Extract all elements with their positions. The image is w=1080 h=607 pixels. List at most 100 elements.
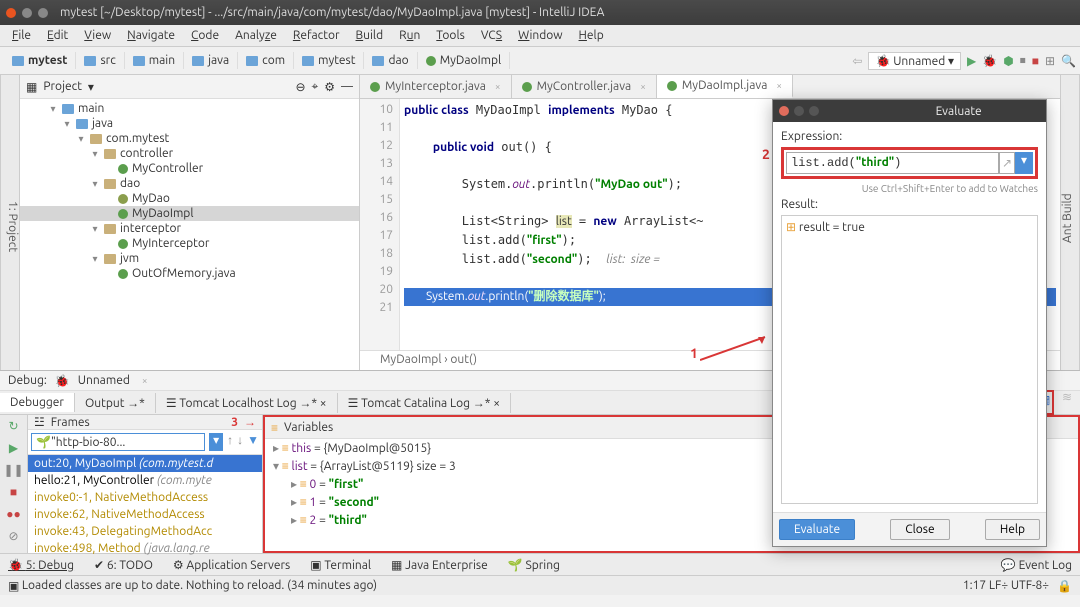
tab-mycontroller[interactable]: MyController.java× <box>512 75 657 98</box>
frame-row[interactable]: invoke0:-1, NativeMethodAccess <box>28 489 262 506</box>
tree-node[interactable]: ▾jvm <box>20 251 359 266</box>
result-tree[interactable]: ⊞ result = true <box>781 215 1038 504</box>
maximize-icon[interactable] <box>809 106 819 116</box>
menu-file[interactable]: File <box>6 27 37 44</box>
tree-node[interactable]: ▾main <box>20 101 359 116</box>
tab-ant[interactable]: Ant Build <box>1061 194 1074 244</box>
expression-input[interactable]: list.add("third") <box>786 152 999 174</box>
event-log[interactable]: 💬 Event Log <box>1001 558 1072 572</box>
back-icon[interactable]: ⇦ <box>852 54 862 68</box>
menu-edit[interactable]: Edit <box>41 27 74 44</box>
tree-node[interactable]: ▾dao <box>20 176 359 191</box>
run-config-select[interactable]: 🐞 Unnamed ▾ <box>868 52 961 70</box>
resume-icon[interactable]: ▶ <box>9 441 18 455</box>
collapse-icon[interactable]: ⊖ <box>295 80 305 94</box>
help-button[interactable]: Help <box>985 519 1040 540</box>
menu-window[interactable]: Window <box>512 27 568 44</box>
minimize-icon[interactable] <box>794 106 804 116</box>
tab-mydaoimpl[interactable]: MyDaoImpl.java× <box>657 75 793 98</box>
debug-icon[interactable]: 🐞 <box>982 54 997 68</box>
menu-run[interactable]: Run <box>393 27 426 44</box>
search-icon[interactable]: 🔍 <box>1061 54 1076 68</box>
menu-navigate[interactable]: Navigate <box>121 27 181 44</box>
chevron-down-icon[interactable]: ▾ <box>88 80 94 94</box>
hide-icon[interactable]: — <box>341 80 353 93</box>
stop-icon[interactable]: ■ <box>10 485 17 499</box>
tree-node[interactable]: MyController <box>20 161 359 176</box>
tree-node[interactable]: ▾java <box>20 116 359 131</box>
breadcrumb[interactable]: mytest src main java com mytest dao MyDa… <box>4 52 510 69</box>
breakpoints-icon[interactable]: ●● <box>6 507 21 521</box>
menu-vcs[interactable]: VCS <box>475 27 508 44</box>
line-gutter[interactable]: 101112131415161718192021 <box>360 99 400 350</box>
tree-node[interactable]: OutOfMemory.java <box>20 266 359 281</box>
tool-windows-icon[interactable]: ▣ <box>8 579 19 593</box>
menu-analyze[interactable]: Analyze <box>229 27 283 44</box>
frame-row[interactable]: out:20, MyDaoImpl (com.mytest.d <box>28 455 262 472</box>
menu-help[interactable]: Help <box>573 27 610 44</box>
filter-icon[interactable]: ▼ <box>247 433 259 451</box>
tab-todo[interactable]: ✔ 6: TODO <box>94 558 153 572</box>
menu-view[interactable]: View <box>78 27 117 44</box>
frames-list[interactable]: out:20, MyDaoImpl (com.mytest.dhello:21,… <box>28 455 262 557</box>
status-position[interactable]: 1:17 LF÷ UTF-8÷ <box>963 579 1049 592</box>
lock-icon[interactable]: 🔒 <box>1057 579 1072 593</box>
gear-icon[interactable]: ⚙ <box>324 80 335 94</box>
debug-toolbar[interactable]: ↻ ▶ ❚❚ ■ ●● ⊘ <box>0 415 28 553</box>
expand-icon[interactable]: ↗ <box>999 152 1015 174</box>
tree-node[interactable]: ▾controller <box>20 146 359 161</box>
close-button[interactable]: Close <box>890 519 949 540</box>
editor-tabs[interactable]: MyInterceptor.java× MyController.java× M… <box>360 75 1060 99</box>
next-frame-icon[interactable]: ↓ <box>237 433 243 451</box>
prev-frame-icon[interactable]: ↑ <box>227 433 233 451</box>
close-icon[interactable]: × <box>142 375 148 386</box>
frame-row[interactable]: invoke:62, NativeMethodAccess <box>28 506 262 523</box>
tab-terminal[interactable]: ▣ Terminal <box>310 558 371 572</box>
tab-project[interactable]: 1: Project <box>6 201 19 252</box>
tree-node[interactable]: MyInterceptor <box>20 236 359 251</box>
tree-node[interactable]: ▾interceptor <box>20 221 359 236</box>
close-window-icon[interactable] <box>6 8 16 18</box>
frame-row[interactable]: invoke:43, DelegatingMethodAcc <box>28 523 262 540</box>
evaluate-button[interactable]: Evaluate <box>779 519 855 540</box>
thread-dropdown[interactable]: ▾ <box>209 433 223 451</box>
layout-icon[interactable]: ⊞ <box>1045 54 1055 68</box>
tab-myinterceptor[interactable]: MyInterceptor.java× <box>360 75 512 98</box>
tab-javaee[interactable]: ▦ Java Enterprise <box>391 558 488 572</box>
debug-session[interactable]: Unnamed <box>78 374 130 387</box>
tab-debug[interactable]: 🐞 5: Debug <box>8 558 74 572</box>
history-dropdown[interactable]: ▾ <box>1015 152 1033 174</box>
tab-debugger[interactable]: Debugger <box>0 393 75 412</box>
pause-icon[interactable]: ❚❚ <box>3 463 23 477</box>
coverage-icon[interactable]: ⬢ <box>1003 54 1013 68</box>
menu-code[interactable]: Code <box>185 27 225 44</box>
menu-refactor[interactable]: Refactor <box>287 27 346 44</box>
frame-row[interactable]: hello:21, MyController (com.myte <box>28 472 262 489</box>
minimize-window-icon[interactable] <box>22 8 32 18</box>
close-icon[interactable] <box>779 106 789 116</box>
tree-node[interactable]: MyDaoImpl <box>20 206 359 221</box>
frame-row[interactable]: invoke:498, Method (java.lang.re <box>28 540 262 557</box>
tab-tomcat-local[interactable]: ☰ Tomcat Localhost Log →* × <box>156 393 338 413</box>
thread-select[interactable]: 🌱 "http-bio-80... <box>31 433 205 451</box>
maximize-window-icon[interactable] <box>38 8 48 18</box>
tab-appservers[interactable]: ⚙ Application Servers <box>173 558 290 572</box>
window-controls[interactable] <box>6 8 48 18</box>
project-title[interactable]: Project <box>43 80 82 93</box>
left-tool-strip[interactable]: 1: Project Learn 7: Structure <box>0 75 20 370</box>
tab-tomcat-catalina[interactable]: ☰ Tomcat Catalina Log →* × <box>338 393 511 413</box>
close-icon[interactable]: × <box>640 81 646 92</box>
close-icon[interactable]: × <box>495 81 501 92</box>
tab-spring[interactable]: 🌱 Spring <box>508 558 560 572</box>
right-tool-strip[interactable]: Ant Build 2: Database Maven Projects Bea… <box>1060 75 1080 370</box>
mute-bp-icon[interactable]: ⊘ <box>8 529 18 543</box>
trace-icon[interactable]: ≋ <box>1062 390 1072 415</box>
profile-icon[interactable]: ⏹ <box>1020 54 1026 68</box>
menu-tools[interactable]: Tools <box>430 27 471 44</box>
project-tree[interactable]: ▾main▾java▾com.mytest▾controllerMyContro… <box>20 99 359 370</box>
locate-icon[interactable]: ⌖ <box>312 80 319 94</box>
tree-node[interactable]: MyDao <box>20 191 359 206</box>
menu-build[interactable]: Build <box>350 27 390 44</box>
tab-output[interactable]: Output →* <box>75 393 156 413</box>
tree-node[interactable]: ▾com.mytest <box>20 131 359 146</box>
